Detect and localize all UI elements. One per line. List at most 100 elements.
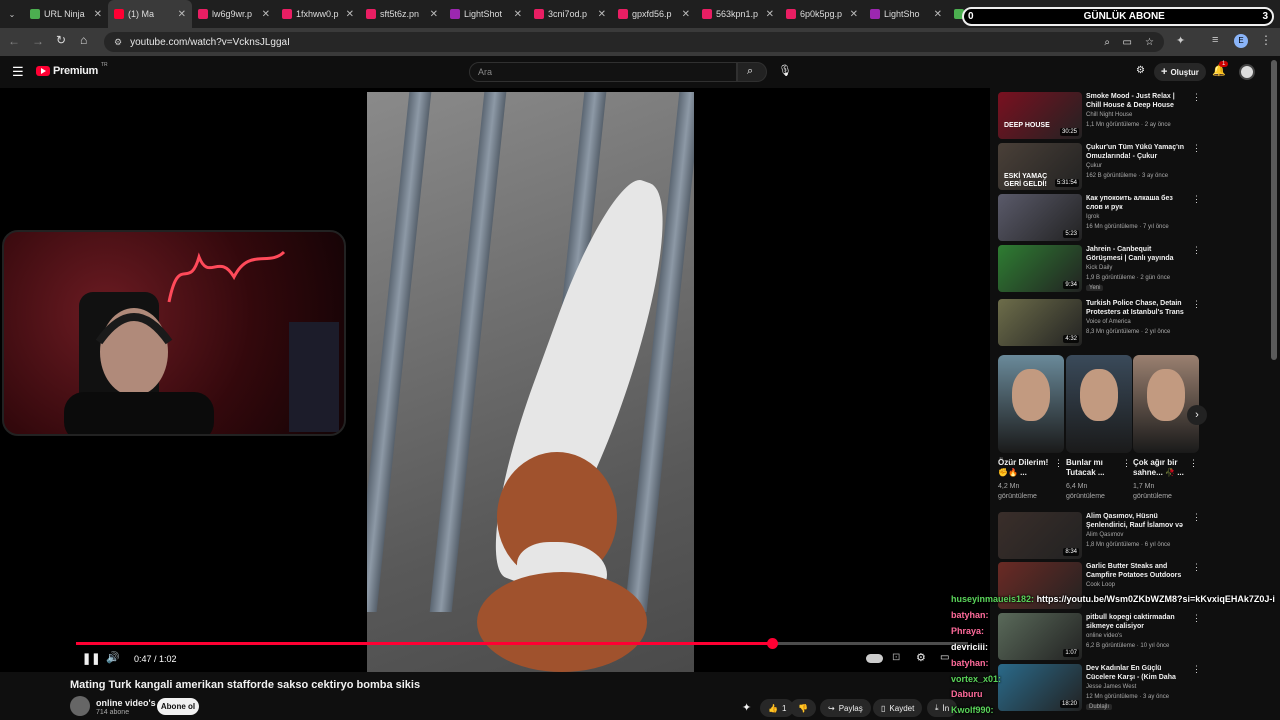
more-options-icon[interactable]: ⋮ bbox=[1192, 245, 1201, 256]
shorts-next-chevron-icon[interactable]: › bbox=[1187, 405, 1207, 425]
channel-name[interactable]: Alim Qasımov bbox=[1086, 532, 1123, 538]
more-options-icon[interactable]: ⋮ bbox=[1192, 613, 1201, 624]
short-title[interactable]: Özür Dilerim! ✊🔥 ... bbox=[998, 458, 1060, 478]
autoplay-toggle[interactable] bbox=[866, 654, 883, 663]
channel-avatar[interactable] bbox=[70, 696, 90, 716]
reading-list-icon[interactable]: ≡ bbox=[1212, 34, 1218, 46]
dislike-button[interactable]: 👎 bbox=[790, 699, 816, 717]
pause-icon[interactable]: ❚❚ bbox=[82, 652, 100, 665]
search-input[interactable]: Ara bbox=[469, 62, 737, 82]
video-title[interactable]: Jahrein - Canbequit Görüşmesi | Canlı ya… bbox=[1086, 245, 1186, 263]
save-button[interactable]: ▯ Kaydet bbox=[873, 699, 923, 717]
voice-search-icon[interactable]: 🎙 bbox=[778, 64, 792, 77]
subscribe-button[interactable]: Abone ol bbox=[157, 698, 199, 715]
recommended-video[interactable]: 5:23 Как упокоить алкаша без слов и рук Ig… bbox=[998, 194, 1203, 244]
browser-tab[interactable]: (1) Ma ✕ bbox=[108, 0, 192, 28]
subtitles-icon[interactable]: ⊡ bbox=[892, 652, 900, 663]
browser-tab[interactable]: 3cni7od.p ✕ bbox=[528, 0, 612, 28]
browser-tab[interactable]: lw6g9wr.p ✕ bbox=[192, 0, 276, 28]
more-options-icon[interactable]: ⋮ bbox=[1192, 143, 1201, 154]
short-thumbnail[interactable] bbox=[1133, 355, 1199, 453]
channel-name[interactable]: Igrok bbox=[1086, 214, 1099, 220]
video-title[interactable]: pitbull kopegi caktirmadan sikmeye calis… bbox=[1086, 613, 1186, 631]
video-title[interactable]: Как упокоить алкаша без слов и рук bbox=[1086, 194, 1186, 212]
channel-name[interactable]: online video's bbox=[96, 698, 156, 708]
site-info-icon[interactable]: ⚙ bbox=[114, 37, 122, 48]
channel-name[interactable]: Kick Daily bbox=[1086, 265, 1112, 271]
video-title[interactable]: Turkish Police Chase, Detain Protesters … bbox=[1086, 299, 1186, 317]
search-button[interactable]: ⌕ bbox=[737, 62, 767, 82]
account-avatar[interactable] bbox=[1239, 64, 1255, 80]
browser-tab[interactable]: 1fxhww0.p ✕ bbox=[276, 0, 360, 28]
cast-settings-icon[interactable]: ⚙ bbox=[1136, 65, 1145, 76]
channel-name[interactable]: Chill Night House bbox=[1086, 112, 1132, 118]
progress-bar[interactable] bbox=[76, 638, 968, 649]
hamburger-menu-icon[interactable]: ☰ bbox=[12, 64, 24, 80]
youtube-logo[interactable]: Premium TR bbox=[36, 62, 108, 77]
video-thumbnail[interactable]: 5:23 bbox=[998, 194, 1082, 241]
recommended-video[interactable]: 8:34 Alim Qasımov, Hüsnü Şenlendirici, Ra… bbox=[998, 512, 1203, 562]
more-options-icon[interactable]: ⋮ bbox=[1054, 458, 1063, 469]
browser-tab[interactable]: gpxfd56.p ✕ bbox=[612, 0, 696, 28]
video-thumbnail[interactable]: 18:20 bbox=[998, 664, 1082, 711]
more-options-icon[interactable]: ⋮ bbox=[1192, 299, 1201, 310]
short-title[interactable]: Bunlar mı Tutacak ... bbox=[1066, 458, 1128, 478]
channel-name[interactable]: online video's bbox=[1086, 633, 1122, 639]
volume-icon[interactable]: 🔊 bbox=[106, 651, 120, 664]
video-title[interactable]: Dev Kadınlar En Güçlü Cücelere Karşı - (… bbox=[1086, 664, 1186, 682]
video-frame[interactable] bbox=[367, 92, 694, 672]
video-title[interactable]: Smoke Mood - Just Relax | Chill House & … bbox=[1086, 92, 1186, 110]
tab-close-icon[interactable]: ✕ bbox=[346, 9, 354, 20]
video-player[interactable] bbox=[0, 88, 990, 672]
tab-close-icon[interactable]: ✕ bbox=[94, 9, 102, 20]
url-field[interactable]: ⚙ youtube.com/watch?v=VcknsJLggaI ⌕ ▭ ☆ bbox=[104, 32, 1164, 52]
more-options-icon[interactable]: ⋮ bbox=[1122, 458, 1131, 469]
tab-close-icon[interactable]: ✕ bbox=[850, 9, 858, 20]
recommended-video[interactable]: ESKİ YAMAÇ GERİ GELDİ! 5:31:54 Çukur'un Tü… bbox=[998, 143, 1203, 193]
tab-close-icon[interactable]: ✕ bbox=[178, 9, 186, 20]
settings-icon[interactable]: ⚙ bbox=[916, 651, 926, 664]
video-thumbnail[interactable]: DEEP HOUSE 30:25 bbox=[998, 92, 1082, 139]
sparkle-icon[interactable]: ✦ bbox=[742, 701, 751, 714]
more-options-icon[interactable]: ⋮ bbox=[1192, 664, 1201, 675]
browser-tab[interactable]: sft5t6z.pn ✕ bbox=[360, 0, 444, 28]
short-thumbnail[interactable] bbox=[998, 355, 1064, 453]
more-options-icon[interactable]: ⋮ bbox=[1192, 92, 1201, 103]
tab-close-icon[interactable]: ✕ bbox=[430, 9, 438, 20]
video-thumbnail[interactable]: 4:32 bbox=[998, 299, 1082, 346]
zoom-icon[interactable]: ⌕ bbox=[1104, 37, 1110, 48]
browser-tab[interactable]: URL Ninja ✕ bbox=[24, 0, 108, 28]
tab-close-icon[interactable]: ✕ bbox=[766, 9, 774, 20]
bookmark-star-icon[interactable]: ☆ bbox=[1145, 37, 1154, 48]
miniplayer-icon[interactable]: ▭ bbox=[940, 652, 949, 663]
browser-tab[interactable]: 563kpn1.p ✕ bbox=[696, 0, 780, 28]
channel-name[interactable]: Cook Loop bbox=[1086, 582, 1115, 588]
cast-icon[interactable]: ▭ bbox=[1123, 37, 1132, 48]
video-title[interactable]: Alim Qasımov, Hüsnü Şenlendirici, Rauf İ… bbox=[1086, 512, 1186, 530]
browser-tab[interactable]: LightShot ✕ bbox=[444, 0, 528, 28]
more-options-icon[interactable]: ⋮ bbox=[1192, 194, 1201, 205]
profile-avatar[interactable]: E bbox=[1234, 34, 1248, 48]
more-options-icon[interactable]: ⋮ bbox=[1189, 458, 1198, 469]
progress-scrubber[interactable] bbox=[766, 638, 778, 649]
forward-icon[interactable]: → bbox=[32, 34, 44, 48]
tab-close-icon[interactable]: ✕ bbox=[598, 9, 606, 20]
video-thumbnail[interactable]: 1:07 bbox=[998, 613, 1082, 660]
channel-name[interactable]: Çukur bbox=[1086, 163, 1102, 169]
browser-menu-icon[interactable]: ⋮ bbox=[1260, 33, 1272, 47]
more-options-icon[interactable]: ⋮ bbox=[1192, 512, 1201, 523]
channel-name[interactable]: Jesse James West bbox=[1086, 684, 1136, 690]
recommended-video[interactable]: 1:07 pitbull kopegi caktirmadan sikmeye c… bbox=[998, 613, 1203, 663]
video-thumbnail[interactable]: 8:34 bbox=[998, 512, 1082, 559]
create-button[interactable]: + Oluştur bbox=[1154, 63, 1206, 81]
share-button[interactable]: ↪ Paylaş bbox=[820, 699, 871, 717]
home-icon[interactable]: ⌂ bbox=[80, 33, 87, 47]
browser-tab[interactable]: 6p0k5pg.p ✕ bbox=[780, 0, 864, 28]
reload-icon[interactable]: ↻ bbox=[56, 33, 66, 47]
recommended-video[interactable]: 18:20 Dev Kadınlar En Güçlü Cücelere Karş… bbox=[998, 664, 1203, 714]
recommended-video[interactable]: DEEP HOUSE 30:25 Smoke Mood - Just Relax |… bbox=[998, 92, 1203, 142]
video-thumbnail[interactable]: 9:34 bbox=[998, 245, 1082, 292]
extensions-icon[interactable]: ✦ bbox=[1176, 34, 1185, 47]
tab-close-icon[interactable]: ✕ bbox=[682, 9, 690, 20]
tab-close-icon[interactable]: ✕ bbox=[262, 9, 270, 20]
